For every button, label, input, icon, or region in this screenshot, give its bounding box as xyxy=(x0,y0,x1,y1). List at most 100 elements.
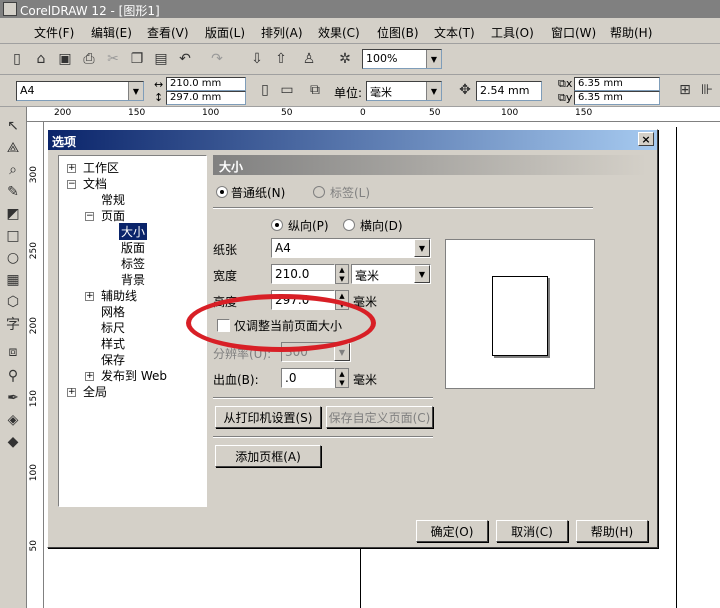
tree-item-global[interactable]: 全局 xyxy=(83,383,107,400)
paper-height-field[interactable]: 297.0 mm xyxy=(166,91,246,105)
outline-tool-icon[interactable]: ✒ xyxy=(2,387,24,409)
save-icon[interactable]: ▣ xyxy=(54,48,76,70)
tree-item-save[interactable]: 保存 xyxy=(101,351,125,368)
copy-icon[interactable]: ❐ xyxy=(126,48,148,70)
bleed-input[interactable]: .0 xyxy=(281,368,335,388)
application-launcher-icon[interactable]: ♙ xyxy=(298,48,320,70)
snap-guides-icon[interactable]: ⊪ xyxy=(696,79,718,101)
width-input[interactable]: 210.0 xyxy=(271,264,335,284)
chevron-down-icon[interactable]: ▼ xyxy=(426,82,441,100)
save-custom-page-button[interactable]: 保存自定义页面(C) xyxy=(326,406,433,428)
tree-item-workspace[interactable]: 工作区 xyxy=(83,159,119,176)
new-document-icon[interactable]: ▯ xyxy=(6,48,28,70)
tree-item-page[interactable]: 页面 xyxy=(101,207,125,224)
expand-icon[interactable]: + xyxy=(67,164,76,173)
tree-item-rulers[interactable]: 标尺 xyxy=(101,319,125,336)
duplicate-y-field[interactable]: 6.35 mm xyxy=(574,91,660,105)
smart-fill-tool-icon[interactable]: ◩ xyxy=(2,203,24,225)
menu-effects[interactable]: 效果(C) xyxy=(318,24,360,41)
chevron-down-icon[interactable]: ▼ xyxy=(128,82,143,100)
options-tree: + 工作区 − 文档 常规 − 页面 大小 版面 标签 背景 + 辅助线 网格 … xyxy=(58,155,207,507)
menu-text[interactable]: 文本(T) xyxy=(434,24,475,41)
bleed-spinner[interactable]: ▲ ▼ xyxy=(335,368,349,388)
tree-item-size[interactable]: 大小 xyxy=(119,223,148,240)
menu-arrange[interactable]: 排列(A) xyxy=(261,24,303,41)
chevron-down-icon[interactable]: ▼ xyxy=(426,50,441,68)
duplicate-x-field[interactable]: 6.35 mm xyxy=(574,77,660,91)
undo-icon[interactable]: ↶ xyxy=(174,48,196,70)
cut-icon[interactable]: ✂ xyxy=(102,48,124,70)
expand-icon[interactable]: + xyxy=(85,372,94,381)
tree-item-styles[interactable]: 样式 xyxy=(101,335,125,352)
zoom-tool-icon[interactable]: ⌕ xyxy=(2,159,24,181)
landscape-icon[interactable]: ▭ xyxy=(276,79,298,101)
dialog-title: 选项 xyxy=(52,135,77,149)
ok-button[interactable]: 确定(O) xyxy=(416,520,488,542)
collapse-icon[interactable]: − xyxy=(67,180,76,189)
import-icon[interactable]: ⇩ xyxy=(246,48,268,70)
close-icon[interactable]: × xyxy=(638,132,654,146)
paper-width-field[interactable]: 210.0 mm xyxy=(166,77,246,91)
tree-item-publish-web[interactable]: 发布到 Web xyxy=(101,367,167,384)
shape-tool-icon[interactable]: ⟁ xyxy=(2,137,24,159)
unit-combo[interactable]: 毫米 ▼ xyxy=(366,81,442,101)
label-paper-radio[interactable] xyxy=(313,186,325,198)
ruler-tick-label: 150 xyxy=(128,108,146,118)
nudge-distance-field[interactable]: 2.54 mm xyxy=(476,81,542,101)
ruler-tick-label: 50 xyxy=(29,540,39,552)
portrait-radio[interactable] xyxy=(271,219,283,231)
paper-select[interactable]: A4 ▼ xyxy=(271,238,431,258)
export-icon[interactable]: ⇧ xyxy=(270,48,292,70)
menu-view[interactable]: 查看(V) xyxy=(147,24,189,41)
open-icon[interactable]: ⌂ xyxy=(30,48,52,70)
tree-item-grid[interactable]: 网格 xyxy=(101,303,125,320)
tree-item-document[interactable]: 文档 xyxy=(83,175,107,192)
tree-item-label[interactable]: 标签 xyxy=(121,255,145,272)
chevron-down-icon[interactable]: ▼ xyxy=(414,265,430,283)
expand-icon[interactable]: + xyxy=(85,292,94,301)
menu-edit[interactable]: 编辑(E) xyxy=(91,24,132,41)
collapse-icon[interactable]: − xyxy=(85,212,94,221)
eyedropper-tool-icon[interactable]: ⚲ xyxy=(2,365,24,387)
interactive-blend-tool-icon[interactable]: ⧈ xyxy=(2,341,24,363)
menu-help[interactable]: 帮助(H) xyxy=(610,24,652,41)
menu-tools[interactable]: 工具(O) xyxy=(491,24,534,41)
duplicate-x-value: 6.35 mm xyxy=(578,78,623,89)
menu-layout[interactable]: 版面(L) xyxy=(205,24,245,41)
tree-item-general[interactable]: 常规 xyxy=(101,191,125,208)
freehand-tool-icon[interactable]: ✎ xyxy=(2,181,24,203)
cancel-button[interactable]: 取消(C) xyxy=(496,520,568,542)
menu-bitmaps[interactable]: 位图(B) xyxy=(377,24,419,41)
normal-paper-radio[interactable] xyxy=(216,186,228,198)
menu-window[interactable]: 窗口(W) xyxy=(551,24,596,41)
help-button[interactable]: 帮助(H) xyxy=(576,520,648,542)
portrait-icon[interactable]: ▯ xyxy=(254,79,276,101)
ellipse-tool-icon[interactable]: ○ xyxy=(2,247,24,269)
interactive-fill-tool-icon[interactable]: ◆ xyxy=(2,431,24,453)
redo-icon[interactable]: ↷ xyxy=(206,48,228,70)
paper-type-combo[interactable]: A4 ▼ xyxy=(16,81,144,101)
chevron-down-icon[interactable]: ▼ xyxy=(414,239,430,257)
snap-grid-icon[interactable]: ⊞ xyxy=(674,79,696,101)
tree-item-layout[interactable]: 版面 xyxy=(121,239,145,256)
width-spinner[interactable]: ▲ ▼ xyxy=(335,264,349,284)
tree-item-background[interactable]: 背景 xyxy=(121,271,145,288)
tree-item-guidelines[interactable]: 辅助线 xyxy=(101,287,137,304)
paste-icon[interactable]: ▤ xyxy=(150,48,172,70)
add-page-frame-button[interactable]: 添加页框(A) xyxy=(215,445,321,467)
expand-icon[interactable]: + xyxy=(67,388,76,397)
landscape-radio[interactable] xyxy=(343,219,355,231)
fill-tool-icon[interactable]: ◈ xyxy=(2,409,24,431)
polygon-tool-icon[interactable]: ▦ xyxy=(2,269,24,291)
corel-online-icon[interactable]: ✲ xyxy=(334,48,356,70)
pick-tool-icon[interactable]: ↖ xyxy=(2,115,24,137)
from-printer-button[interactable]: 从打印机设置(S) xyxy=(215,406,321,428)
rectangle-tool-icon[interactable]: □ xyxy=(2,225,24,247)
page-layout-icon[interactable]: ⧉ xyxy=(304,79,326,101)
print-icon[interactable]: ⎙ xyxy=(78,48,100,70)
width-unit-select[interactable]: 毫米 ▼ xyxy=(351,264,431,284)
zoom-level-combo[interactable]: 100% ▼ xyxy=(362,49,442,69)
text-tool-icon[interactable]: 字 xyxy=(2,313,24,335)
menu-file[interactable]: 文件(F) xyxy=(34,24,74,41)
basic-shapes-tool-icon[interactable]: ⬡ xyxy=(2,291,24,313)
